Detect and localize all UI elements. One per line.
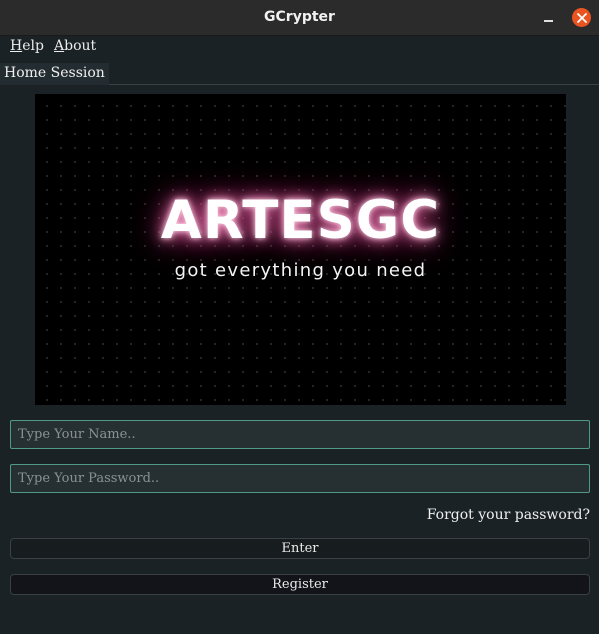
- menu-help[interactable]: Help: [10, 38, 44, 54]
- window-title: GCrypter: [264, 9, 335, 25]
- menu-help-mnemonic: H: [10, 38, 23, 54]
- menu-about-label: bout: [64, 38, 97, 54]
- menu-about-mnemonic: A: [54, 38, 65, 54]
- menu-about[interactable]: About: [54, 38, 96, 54]
- menu-bar: Help About: [0, 36, 599, 60]
- password-input[interactable]: [10, 464, 590, 493]
- brand-logo-text: ARTESGC: [160, 190, 441, 251]
- register-button[interactable]: Register: [10, 574, 590, 595]
- name-input[interactable]: [10, 420, 590, 449]
- brand-banner: ARTESGC got everything you need: [35, 94, 566, 405]
- menu-help-label: elp: [22, 38, 44, 54]
- close-icon: [576, 12, 587, 23]
- brand-tagline: got everything you need: [174, 260, 427, 281]
- forgot-password-link[interactable]: Forgot your password?: [427, 507, 590, 523]
- enter-button[interactable]: Enter: [10, 538, 590, 559]
- minimize-button[interactable]: [539, 8, 559, 28]
- tab-home-session[interactable]: Home Session: [0, 63, 109, 85]
- tab-bar: Home Session: [0, 61, 599, 85]
- close-button[interactable]: [572, 8, 591, 27]
- title-bar: GCrypter: [0, 0, 599, 36]
